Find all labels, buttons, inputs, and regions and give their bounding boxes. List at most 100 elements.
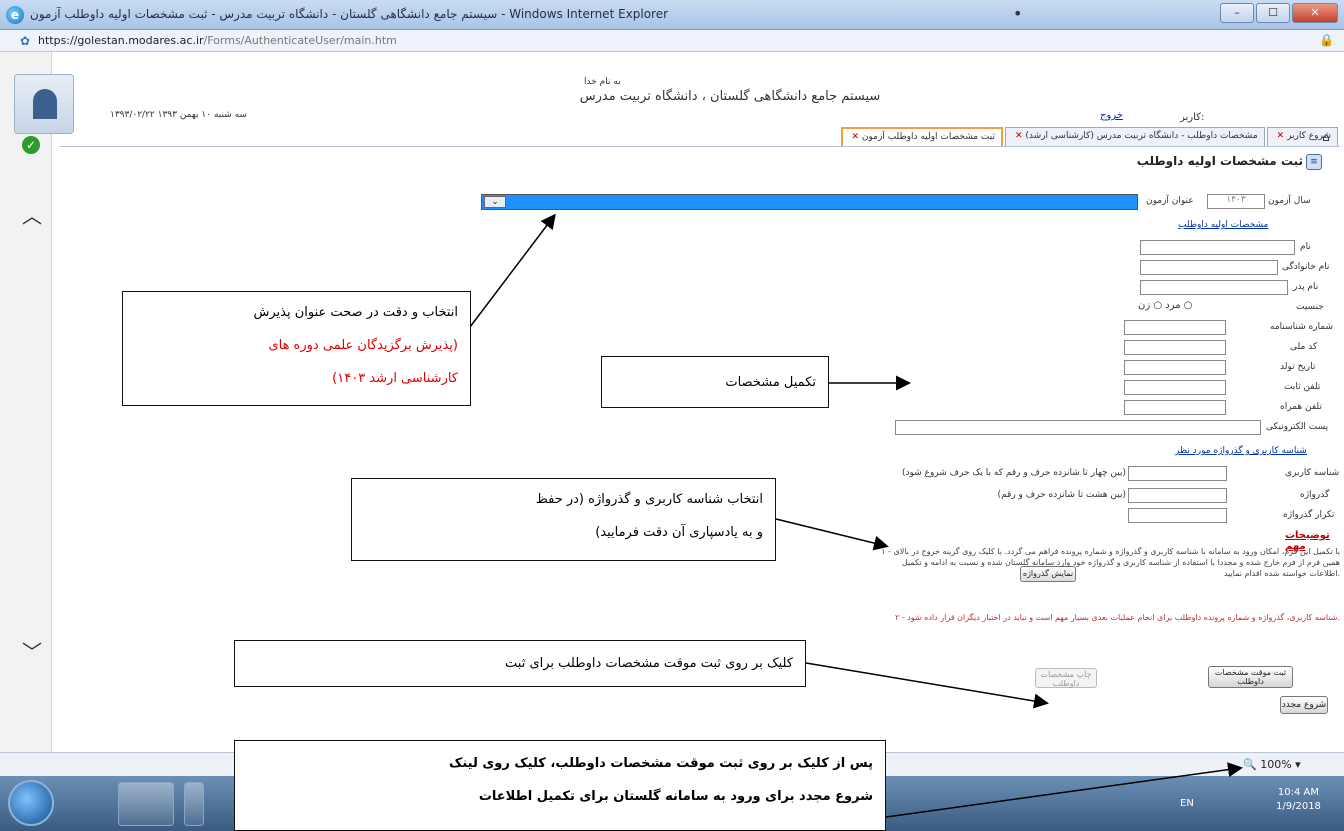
last-name-field[interactable] xyxy=(1140,260,1278,275)
birth-date-field[interactable] xyxy=(1124,360,1226,375)
callout-select-exam: انتخاب و دقت در صحت عنوان پذیرش (پذیرش ب… xyxy=(122,291,471,406)
label-password: گذرواژه xyxy=(1300,490,1330,500)
section-account-info[interactable]: شناسه کاربری و گذرواژه مورد نظر xyxy=(1175,446,1307,456)
clock-date: 1/9/2018 xyxy=(1276,801,1321,812)
label-gender: جنسیت xyxy=(1296,302,1324,312)
close-tab-icon[interactable]: ✕ xyxy=(1015,131,1023,141)
url-text[interactable]: https://golestan.modares.ac.ir/Forms/Aut… xyxy=(38,34,397,47)
chevron-down-icon[interactable]: ⌄ xyxy=(484,196,506,208)
tab-divider xyxy=(60,146,1340,147)
tab-applicant-info[interactable]: ✕ مشخصات داوطلب - دانشگاه تربیت مدرس (کا… xyxy=(1005,127,1265,146)
label-id-number: شماره شناسنامه xyxy=(1270,322,1334,332)
tray-clock[interactable]: 10:4 AM 1/9/2018 xyxy=(1276,786,1321,814)
restart-button[interactable]: شروع مجدد xyxy=(1280,696,1328,714)
close-tab-icon[interactable]: ✕ xyxy=(852,132,860,142)
home-icon[interactable]: ⌂ xyxy=(1322,130,1330,144)
exam-year-input[interactable]: ۱۴۰۳ xyxy=(1207,194,1265,209)
label-first-name: نام xyxy=(1300,242,1311,252)
taskbar-app[interactable] xyxy=(184,782,204,826)
callout-after-save-line1: پس از کلیک بر روی ثبت موقت مشخصات داوطلب… xyxy=(449,756,873,771)
note-1: ۱ - با تکمیل این فرم، امکان ورود به ساما… xyxy=(881,547,1340,578)
window-controls: – ☐ ✕ xyxy=(1220,3,1338,23)
url-host: https://golestan.modares.ac.ir xyxy=(38,34,204,47)
note-2: ۲ - شناسه کاربری، گذرواژه و شماره پرونده… xyxy=(894,613,1340,622)
tab-label: مشخصات داوطلب - دانشگاه تربیت مدرس (کارش… xyxy=(1025,131,1258,141)
mobile-field[interactable] xyxy=(1124,400,1226,415)
label-father-name: نام پدر xyxy=(1293,282,1319,292)
header-bismillah: به نام خدا xyxy=(584,77,621,87)
tab-label: ثبت مشخصات اولیه داوطلب آزمون xyxy=(861,132,995,142)
arrow-temp-save xyxy=(805,662,1049,709)
exam-year-label: سال آزمون xyxy=(1268,196,1311,206)
label-username: شناسه کاربری xyxy=(1285,468,1340,478)
print-applicant-button[interactable]: چاپ مشخصات داوطلب xyxy=(1035,668,1097,688)
temp-save-button[interactable]: ثبت موقت مشخصات داوطلب xyxy=(1208,666,1293,688)
close-button[interactable]: ✕ xyxy=(1292,3,1338,23)
arrow-credentials xyxy=(775,518,889,551)
chevron-down-icon[interactable]: ﹀ xyxy=(22,636,42,665)
callout-select-exam-line2: (پذیرش برگزیدگان علمی دوره های xyxy=(268,338,458,353)
first-name-field[interactable] xyxy=(1140,240,1295,255)
page-favicon-icon: ✿ xyxy=(20,34,31,48)
start-button[interactable] xyxy=(8,780,54,826)
callout-complete-info: تکمیل مشخصات xyxy=(601,356,829,408)
close-tab-icon[interactable]: ✕ xyxy=(1277,131,1285,141)
lock-icon: 🔒 xyxy=(1319,33,1334,47)
window-title: سیستم جامع دانشگاهی گلستان - دانشگاه ترب… xyxy=(30,7,669,21)
logo-building-icon xyxy=(33,89,57,119)
callout-after-save-line2: شروع مجدد برای ورود به سامانه گلستان برا… xyxy=(478,789,873,804)
exam-title-select[interactable]: ⌄ xyxy=(481,194,1138,210)
callout-credentials-line2: و به یادسپاری آن دقت فرمایید) xyxy=(595,525,763,540)
clock-time: 10:4 AM xyxy=(1277,787,1320,798)
national-code-field[interactable] xyxy=(1124,340,1226,355)
phone-field[interactable] xyxy=(1124,380,1226,395)
taskbar-explorer[interactable] xyxy=(118,782,174,826)
callout-select-exam-line1: انتخاب و دقت در صحت عنوان پذیرش xyxy=(253,305,458,320)
callout-complete-info-text: تکمیل مشخصات xyxy=(725,375,816,390)
maximize-button[interactable]: ☐ xyxy=(1256,3,1290,23)
header-date: ۱۳۹۳/۰۲/۲۲ سه شنبه ۱۰ بهمن ۱۳۹۳ xyxy=(110,110,247,120)
annotation-arrows xyxy=(469,213,1243,818)
language-indicator[interactable]: EN xyxy=(1180,798,1194,809)
zoom-level[interactable]: 🔍 100% ▾ xyxy=(1243,758,1301,771)
check-icon[interactable]: ✓ xyxy=(22,136,40,154)
callout-after-save: پس از کلیک بر روی ثبت موقت مشخصات داوطلب… xyxy=(234,740,886,831)
user-label: کاربر: xyxy=(1180,112,1205,123)
window-titlebar: e سیستم جامع دانشگاهی گلستان - دانشگاه ت… xyxy=(0,0,1344,30)
username-hint: (بین چهار تا شانزده حرف و رقم که با یک ح… xyxy=(902,468,1126,478)
father-name-field[interactable] xyxy=(1140,280,1288,295)
url-path: /Forms/AuthenticateUser/main.htm xyxy=(203,34,397,47)
label-phone: تلفن ثابت xyxy=(1284,382,1321,392)
system-title: سیستم جامع دانشگاهی گلستان ، دانشگاه ترب… xyxy=(579,89,881,104)
label-last-name: نام خانوادگی xyxy=(1282,262,1330,272)
callout-credentials: انتخاب شناسه کاربری و گذرواژه (در حفظ و … xyxy=(351,478,776,561)
address-bar[interactable]: ✿ https://golestan.modares.ac.ir/Forms/A… xyxy=(0,30,1344,52)
exam-title-label: عنوان آزمون xyxy=(1146,196,1194,206)
username-field[interactable] xyxy=(1128,466,1227,481)
label-password-repeat: تکرار گذرواژه xyxy=(1283,510,1335,520)
password-hint: (بین هشت تا شانزده حرف و رقم) xyxy=(997,490,1126,500)
section-personal-info[interactable]: مشخصات اولیه داوطلب xyxy=(1178,220,1268,230)
email-field[interactable] xyxy=(895,420,1261,435)
form-title: ثبت مشخصات اولیه داوطلب xyxy=(1136,154,1303,168)
arrow-select-exam xyxy=(469,213,556,328)
tab-register-applicant[interactable]: ✕ ثبت مشخصات اولیه داوطلب آزمون xyxy=(840,127,1003,146)
minimize-button[interactable]: – xyxy=(1220,3,1254,23)
callout-select-exam-line3: کارشناسی ارشد ۱۴۰۳) xyxy=(332,371,458,386)
label-email: پست الکترونیکی xyxy=(1266,422,1329,432)
callout-temp-save: کلیک بر روی ثبت موقت مشخصات داوطلب برای … xyxy=(234,640,806,687)
gender-radios[interactable]: مرد ○ زن ○ xyxy=(1138,300,1193,311)
callout-credentials-line1: انتخاب شناسه کاربری و گذرواژه (در حفظ xyxy=(535,492,763,507)
callout-temp-save-text: کلیک بر روی ثبت موقت مشخصات داوطلب برای … xyxy=(505,656,793,671)
id-number-field[interactable] xyxy=(1124,320,1226,335)
chevron-up-icon[interactable]: ︿ xyxy=(22,200,42,229)
password-repeat-field[interactable] xyxy=(1128,508,1227,523)
ie-icon: e xyxy=(6,6,24,24)
titlebar-dot: • xyxy=(1013,4,1023,23)
label-national-code: کد ملی xyxy=(1290,342,1318,352)
password-field[interactable] xyxy=(1128,488,1227,503)
zoom-value: 100% xyxy=(1260,758,1292,771)
logout-link[interactable]: خروج xyxy=(1100,110,1123,121)
label-birth-date: تاریخ تولد xyxy=(1280,362,1316,372)
label-mobile: تلفن همراه xyxy=(1280,402,1322,412)
